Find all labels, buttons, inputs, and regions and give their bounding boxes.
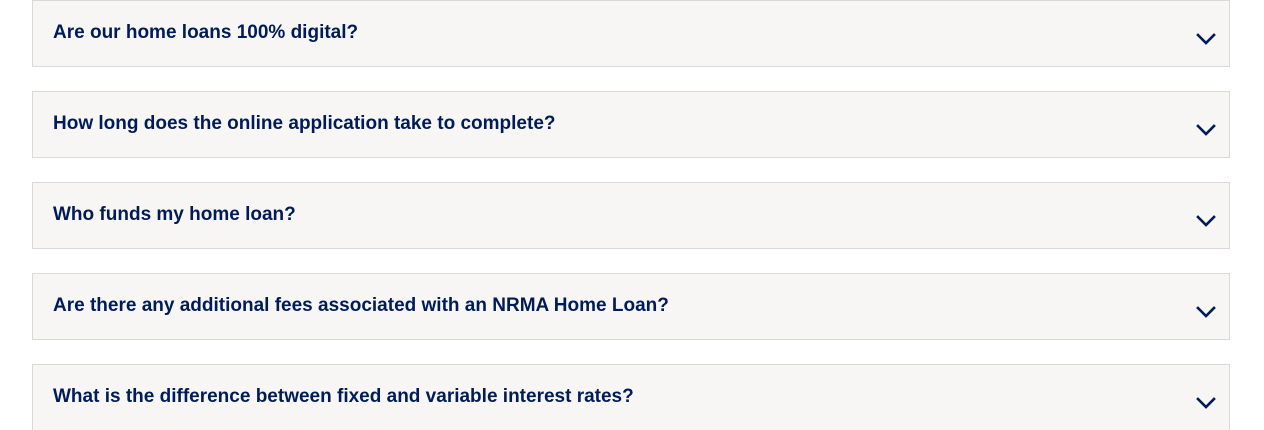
faq-item-additional-fees[interactable]: Are there any additional fees associated… <box>32 273 1230 340</box>
chevron-down-icon[interactable] <box>1195 392 1217 414</box>
faq-question: Are our home loans 100% digital? <box>53 22 359 43</box>
chevron-down-icon[interactable] <box>1195 119 1217 141</box>
faq-item-application-time[interactable]: How long does the online application tak… <box>32 91 1230 158</box>
faq-accordion: Are our home loans 100% digital? How lon… <box>0 0 1264 430</box>
faq-question: What is the difference between fixed and… <box>53 386 634 407</box>
faq-question: Are there any additional fees associated… <box>53 295 669 316</box>
chevron-down-icon[interactable] <box>1195 210 1217 232</box>
chevron-down-icon[interactable] <box>1195 301 1217 323</box>
chevron-down-icon[interactable] <box>1195 28 1217 50</box>
faq-item-fixed-vs-variable[interactable]: What is the difference between fixed and… <box>32 364 1230 430</box>
faq-question: How long does the online application tak… <box>53 113 556 134</box>
faq-item-digital-home-loans[interactable]: Are our home loans 100% digital? <box>32 0 1230 67</box>
faq-question: Who funds my home loan? <box>53 204 296 225</box>
faq-item-loan-funding[interactable]: Who funds my home loan? <box>32 182 1230 249</box>
